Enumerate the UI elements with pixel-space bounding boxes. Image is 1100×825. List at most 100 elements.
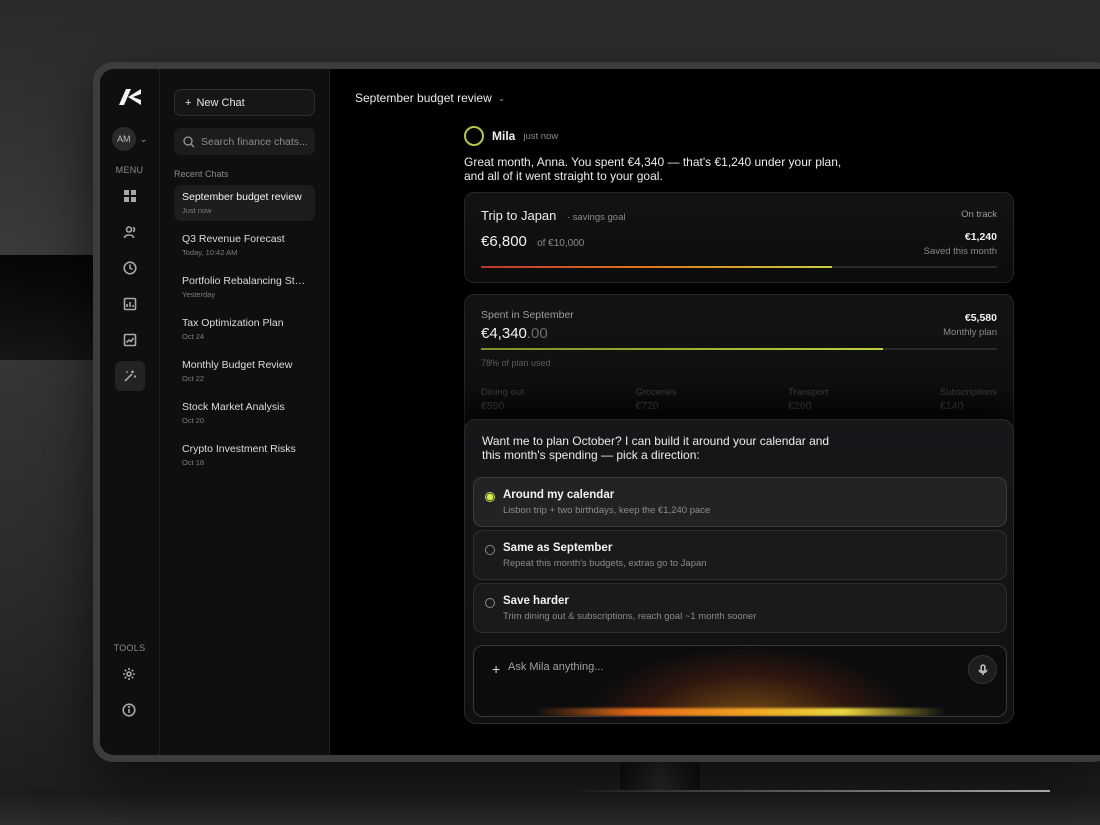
option-same-as-september[interactable]: Same as September Repeat this month's bu… <box>473 530 1007 580</box>
chat-item-stock-market-analysis[interactable]: Stock Market Analysis Oct 20 <box>174 395 315 431</box>
spending-amount-main: €4,340 <box>481 325 527 342</box>
microphone-icon <box>978 663 987 675</box>
tools-section: TOOLS <box>114 629 146 725</box>
category-value: €720 <box>635 400 659 412</box>
category-groceries: Groceries €720 <box>635 387 676 412</box>
status-badge: On track <box>961 209 997 220</box>
option-description: Lisbon trip + two birthdays, keep the €1… <box>503 505 711 516</box>
plus-icon: + <box>185 96 192 109</box>
category-name: Groceries <box>635 387 677 398</box>
spending-amount-decimals: .00 <box>526 325 548 342</box>
radio-icon[interactable] <box>485 545 495 555</box>
chat-item-monthly-budget-review[interactable]: Monthly Budget Review Oct 22 <box>174 353 315 389</box>
dashboard-icon[interactable] <box>115 181 145 211</box>
plan-october-panel: Want me to plan October? I can build it … <box>464 419 1014 724</box>
avatar[interactable]: AM <box>111 127 136 151</box>
category-breakdown: Dining out €590 Groceries €720 Transport… <box>481 387 997 412</box>
recent-chats-label: Recent Chats <box>174 169 229 179</box>
message-composer: + <box>473 645 1007 717</box>
chat-item-title: Monthly Budget Review <box>182 359 293 371</box>
chat-item-title: September budget review <box>182 191 302 203</box>
chat-item-date: Oct 24 <box>182 332 205 341</box>
conversation-title-dropdown[interactable]: September budget review ⌄ <box>355 91 505 105</box>
plan-value: €5,580 <box>964 312 997 324</box>
category-subscriptions: Subscriptions €140 <box>940 387 997 412</box>
tools-label: TOOLS <box>113 643 146 653</box>
chat-item-title: Crypto Investment Risks <box>182 443 296 455</box>
chat-item-date: Oct 22 <box>182 374 205 383</box>
saved-this-month: €1,240 Saved this month <box>924 231 997 257</box>
chat-item-title: Stock Market Analysis <box>182 401 285 413</box>
chart-icon[interactable] <box>115 325 145 355</box>
app-logo-icon[interactable] <box>117 87 143 107</box>
message-timestamp: just now <box>523 130 559 142</box>
composer-glow-bar <box>534 708 946 716</box>
message-header: Mila just now <box>464 126 558 146</box>
chat-item-date: Oct 18 <box>182 458 205 467</box>
option-title: Around my calendar <box>503 489 615 501</box>
category-value: €260 <box>788 400 812 412</box>
option-description: Trim dining out & subscriptions, reach g… <box>503 611 757 622</box>
chat-item-september-budget-review[interactable]: September budget review Just now <box>174 185 315 221</box>
search-input[interactable] <box>201 135 311 148</box>
chat-list-panel: + New Chat Recent Chats September budget… <box>160 69 330 755</box>
category-name: Dining out <box>481 387 524 398</box>
conversation-panel: September budget review ⌄ Mila just now … <box>330 69 1100 755</box>
microphone-button[interactable] <box>968 655 997 684</box>
chat-item-title: Portfolio Rebalancing Strat... <box>182 275 307 287</box>
goal-target: of €10,000 <box>537 238 585 249</box>
category-name: Transport <box>788 387 829 398</box>
chat-item-q3-revenue-forecast[interactable]: Q3 Revenue Forecast Today, 10:42 AM <box>174 227 315 263</box>
search-box[interactable] <box>174 128 315 155</box>
option-save-harder[interactable]: Save harder Trim dining out & subscripti… <box>473 583 1007 633</box>
radio-selected-icon[interactable] <box>485 492 495 502</box>
option-title: Save harder <box>503 595 569 607</box>
chat-item-date: Yesterday <box>182 290 216 299</box>
chat-item-title: Q3 Revenue Forecast <box>182 233 285 245</box>
category-name: Subscriptions <box>939 387 997 398</box>
users-icon[interactable] <box>115 217 145 247</box>
spending-amount: €4,340.00 <box>481 325 997 342</box>
category-transport: Transport €260 <box>788 387 828 412</box>
report-icon[interactable] <box>115 289 145 319</box>
ai-tools-icon[interactable] <box>114 361 145 391</box>
new-chat-label: New Chat <box>196 96 245 109</box>
spending-label: Spent in September <box>481 309 574 321</box>
plan-label: Monthly plan <box>943 327 997 338</box>
icon-rail: AM ⌄ MENU TOOLS <box>100 69 160 755</box>
sender-name: Mila <box>492 129 516 143</box>
saved-value: €1,240 <box>964 231 997 243</box>
message-input[interactable] <box>508 661 888 673</box>
chat-item-date: Today, 10:42 AM <box>182 248 238 257</box>
menu-label: MENU <box>115 165 144 175</box>
goal-amount: €6,800 <box>481 233 527 250</box>
option-around-my-calendar[interactable]: Around my calendar Lisbon trip + two bir… <box>473 477 1007 527</box>
chat-item-title: Tax Optimization Plan <box>182 317 284 329</box>
clock-icon[interactable] <box>115 253 145 283</box>
gear-icon[interactable] <box>114 659 144 689</box>
search-icon <box>183 135 195 147</box>
chat-item-crypto-investment-risks[interactable]: Crypto Investment Risks Oct 18 <box>174 437 315 473</box>
chevron-down-icon[interactable]: ⌄ <box>140 134 148 145</box>
composer-glow <box>584 646 914 716</box>
assistant-message: Great month, Anna. You spent €4,340 — th… <box>464 155 842 183</box>
chat-item-portfolio-rebalancing[interactable]: Portfolio Rebalancing Strat... Yesterday <box>174 269 315 305</box>
account-switcher[interactable]: AM ⌄ <box>111 127 148 151</box>
chat-item-date: Just now <box>182 206 212 215</box>
radio-icon[interactable] <box>485 598 495 608</box>
info-icon[interactable] <box>114 695 144 725</box>
option-title: Same as September <box>503 542 613 554</box>
spending-progress-bar <box>481 348 997 350</box>
monthly-plan: €5,580 Monthly plan <box>943 312 997 338</box>
chat-item-tax-optimization[interactable]: Tax Optimization Plan Oct 24 <box>174 311 315 347</box>
attach-plus-icon[interactable]: + <box>492 661 500 677</box>
monitor-frame: AM ⌄ MENU TOOLS + New Chat Search financ… <box>93 62 1100 762</box>
category-value: €140 <box>939 400 964 412</box>
new-chat-button[interactable]: + New Chat <box>174 89 315 116</box>
assistant-avatar-icon <box>464 126 484 146</box>
savings-goal-card: Trip to Japan · savings goal On track €6… <box>464 192 1014 283</box>
chat-item-date: Oct 20 <box>182 416 205 425</box>
goal-progress-bar <box>481 266 997 268</box>
goal-subtitle: · savings goal <box>566 212 626 223</box>
goal-title: Trip to Japan <box>481 208 557 223</box>
